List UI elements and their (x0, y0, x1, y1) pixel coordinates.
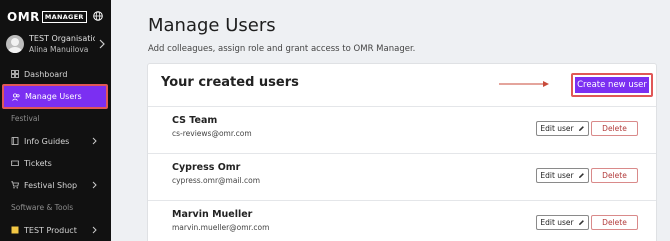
book-icon (11, 137, 19, 145)
pencil-icon (578, 173, 584, 178)
sidebar-item-label: Info Guides (24, 136, 70, 146)
edit-user-button[interactable]: Edit user (536, 215, 589, 230)
edit-user-label: Edit user (540, 218, 574, 227)
edit-user-button[interactable]: Edit user (536, 121, 589, 136)
sidebar-item-label: TEST Product (24, 225, 77, 235)
user-row-email: marvin.mueller@omr.com (172, 223, 270, 232)
sidebar: OMR MANAGER TEST Organisation Alina Manu… (0, 0, 111, 241)
card-header: Your created users Create new user (148, 64, 656, 107)
sidebar-item-festival-shop[interactable]: Festival Shop (0, 175, 111, 195)
arrow-right-icon (499, 81, 549, 87)
sidebar-item-dashboard[interactable]: Dashboard (0, 64, 111, 84)
sidebar-item-label: Tickets (24, 158, 52, 168)
sidebar-item-label: Manage Users (25, 92, 82, 101)
sidebar-item-tickets[interactable]: Tickets (0, 153, 111, 173)
sidebar-item-label: Dashboard (24, 69, 68, 79)
sidebar-item-test-product[interactable]: TEST Product (0, 220, 111, 240)
product-icon (11, 226, 19, 234)
chevron-right-icon (92, 137, 97, 145)
sidebar-section-software-tools: Software & Tools (11, 203, 74, 212)
pencil-icon (578, 220, 584, 225)
chevron-right-icon (99, 39, 105, 49)
page-title: Manage Users (148, 15, 276, 36)
ticket-icon (11, 160, 19, 166)
chevron-right-icon (92, 181, 97, 189)
delete-user-button[interactable]: Delete (591, 215, 638, 230)
delete-user-button[interactable]: Delete (591, 121, 638, 136)
user-row-email: cs-reviews@omr.com (172, 129, 252, 138)
delete-user-button[interactable]: Delete (591, 168, 638, 183)
page-subtitle: Add colleagues, assign role and grant ac… (148, 44, 416, 54)
sidebar-item-label: Festival Shop (24, 180, 78, 190)
card-title: Your created users (161, 75, 299, 90)
avatar (6, 35, 24, 53)
user-row: Marvin Mueller marvin.mueller@omr.com Ed… (148, 201, 656, 241)
users-card: Your created users Create new user CS Te… (147, 63, 657, 241)
user-row: CS Team cs-reviews@omr.com Edit user Del… (148, 107, 656, 154)
profile-switcher[interactable]: TEST Organisation Alina Manuilova (6, 31, 106, 57)
dashboard-icon (11, 70, 19, 78)
brand-name: OMR (7, 10, 40, 24)
sidebar-item-manage-users[interactable]: Manage Users (2, 84, 108, 109)
organisation-name: TEST Organisation (29, 34, 95, 43)
user-row-name: CS Team (172, 115, 218, 126)
users-icon (12, 92, 20, 101)
edit-user-button[interactable]: Edit user (536, 168, 589, 183)
pencil-icon (578, 126, 584, 131)
create-new-user-button[interactable]: Create new user (571, 73, 653, 97)
user-row-name: Marvin Mueller (172, 209, 253, 220)
edit-user-label: Edit user (540, 124, 574, 133)
globe-icon[interactable] (93, 11, 103, 21)
brand-logo[interactable]: OMR MANAGER (7, 9, 87, 25)
edit-user-label: Edit user (540, 171, 574, 180)
cart-icon (11, 181, 19, 189)
user-name: Alina Manuilova (29, 45, 89, 54)
user-row-name: Cypress Omr (172, 162, 241, 173)
user-row-email: cypress.omr@mail.com (172, 176, 261, 185)
chevron-right-icon (92, 226, 97, 234)
brand-product: MANAGER (41, 11, 87, 23)
user-row: Cypress Omr cypress.omr@mail.com Edit us… (148, 154, 656, 201)
sidebar-item-info-guides[interactable]: Info Guides (0, 131, 111, 151)
sidebar-section-festival: Festival (11, 114, 40, 123)
